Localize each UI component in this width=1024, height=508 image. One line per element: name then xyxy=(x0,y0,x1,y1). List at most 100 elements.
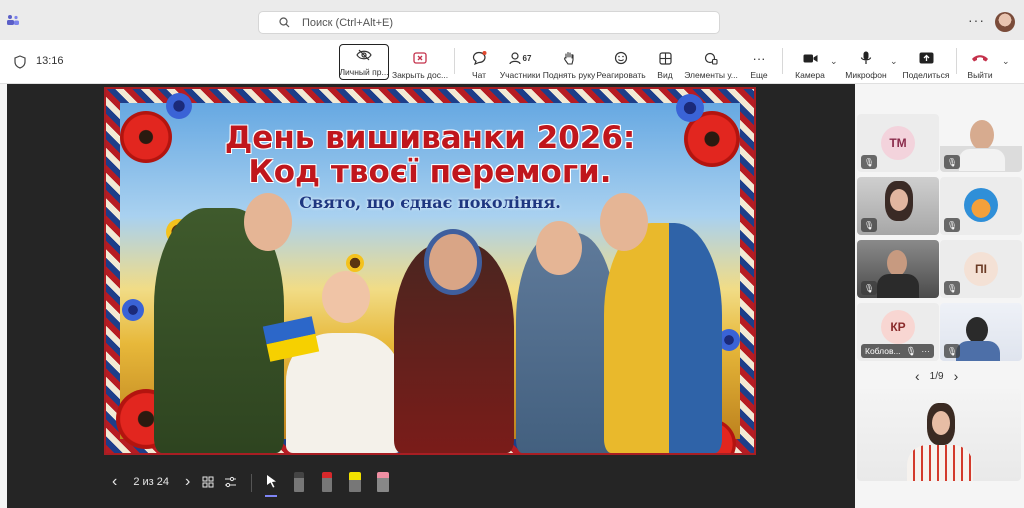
woman-head xyxy=(536,221,582,275)
apps-button[interactable]: Элементы у... xyxy=(684,44,738,80)
slide-title: День вишиванки 2026: Код твоєї перемоги. xyxy=(224,120,636,190)
participant-tile[interactable]: ПІ 🎙 xyxy=(940,240,1022,298)
pen-black-icon[interactable] xyxy=(294,472,304,492)
highlighter-icon[interactable] xyxy=(349,472,361,492)
participant-video-tile[interactable]: 🎙 xyxy=(940,114,1022,172)
settings-sliders-icon[interactable] xyxy=(224,476,237,488)
leave-button[interactable]: Выйти xyxy=(966,44,994,80)
muted-mic-icon: 🎙 xyxy=(944,218,960,232)
search-input[interactable]: Поиск (Ctrl+Alt+E) xyxy=(258,11,720,34)
cornflower-decoration xyxy=(122,299,144,321)
participants-pager: ‹ 1/9 › xyxy=(915,368,958,384)
participant-face xyxy=(887,250,907,276)
participant-face xyxy=(966,317,988,343)
cornflower-decoration xyxy=(166,93,192,119)
young-man-figure xyxy=(604,223,722,453)
muted-mic-icon: 🎙 xyxy=(905,345,917,356)
share-screen-icon xyxy=(919,49,934,67)
leave-options-chevron-icon[interactable]: ⌄ xyxy=(1002,56,1010,67)
close-share-icon xyxy=(413,49,427,67)
child-head xyxy=(322,271,370,323)
pager-prev-button[interactable]: ‹ xyxy=(915,368,920,384)
self-body xyxy=(907,445,973,481)
hang-up-icon xyxy=(971,49,989,67)
slide-subtitle: Свято, що єднає покоління. xyxy=(299,193,561,212)
participant-video-tile[interactable]: 🎙 xyxy=(857,177,939,235)
muted-mic-icon: 🎙 xyxy=(861,218,877,232)
participant-initials: TM xyxy=(881,126,915,160)
search-placeholder: Поиск (Ctrl+Alt+E) xyxy=(302,16,393,29)
raise-hand-button[interactable]: Поднять руку xyxy=(543,44,595,80)
share-button[interactable]: Поделиться xyxy=(903,44,949,80)
participants-button[interactable]: 67 Участники xyxy=(500,44,540,80)
participant-face xyxy=(970,120,994,150)
grid-view-icon[interactable] xyxy=(202,476,214,488)
more-button[interactable]: ··· Еще xyxy=(748,44,770,81)
participant-initials: КР xyxy=(881,310,915,345)
camera-button[interactable]: Камера xyxy=(795,44,825,80)
participant-video-tile[interactable]: 🎙 xyxy=(857,240,939,298)
personal-view-button[interactable]: Личный пр... xyxy=(339,44,389,80)
participant-body xyxy=(958,148,1006,172)
grandmother-head xyxy=(424,229,482,295)
slide-navigation: ‹ 2 из 24 › xyxy=(112,470,237,494)
participant-initials: ПІ xyxy=(964,252,998,286)
profile-avatar[interactable] xyxy=(995,12,1015,32)
participants-count: 67 xyxy=(522,53,532,63)
mic-options-chevron-icon[interactable]: ⌄ xyxy=(890,56,898,67)
more-dots-icon: ··· xyxy=(752,50,766,66)
title-bar: Поиск (Ctrl+Alt+E) ··· xyxy=(0,0,1024,40)
eye-off-icon xyxy=(356,46,372,64)
self-face xyxy=(932,411,950,435)
toolbar-divider xyxy=(454,48,455,74)
muted-mic-icon: 🎙 xyxy=(861,281,877,295)
pointer-tool-icon[interactable] xyxy=(266,474,277,488)
participant-face xyxy=(890,189,908,211)
view-button[interactable]: Вид xyxy=(655,44,675,80)
next-slide-button[interactable]: › xyxy=(185,473,190,491)
active-tool-indicator xyxy=(265,495,277,497)
mic-button[interactable]: Микрофон xyxy=(845,44,887,80)
teams-icon[interactable] xyxy=(6,14,20,26)
muted-mic-icon: 🎙 xyxy=(861,155,877,169)
muted-mic-icon: 🎙 xyxy=(944,281,960,295)
toolbar-divider xyxy=(956,48,957,74)
grid-view-icon xyxy=(658,49,672,67)
search-icon xyxy=(279,17,290,28)
eraser-icon[interactable] xyxy=(377,472,389,492)
participant-avatar xyxy=(964,188,998,222)
hand-icon xyxy=(563,49,575,67)
participant-body xyxy=(877,274,919,298)
sunflower-decoration xyxy=(346,254,364,272)
participant-tile[interactable]: TM 🎙 xyxy=(857,114,939,172)
participant-tile[interactable]: КР Коблов... 🎙 ··· xyxy=(857,303,939,361)
self-view-video[interactable] xyxy=(857,389,1021,481)
participant-name-bar: Коблов... 🎙 ··· xyxy=(861,344,934,358)
chat-icon xyxy=(472,49,487,67)
more-dots-icon[interactable]: ··· xyxy=(921,346,930,356)
meeting-timer: 13:16 xyxy=(36,55,64,67)
slide-counter: 2 из 24 xyxy=(133,476,169,488)
shield-icon[interactable] xyxy=(14,55,26,69)
microphone-icon xyxy=(860,49,872,67)
participant-name: Коблов... xyxy=(865,346,901,356)
people-icon xyxy=(508,51,521,64)
participant-tile[interactable]: 🎙 xyxy=(940,177,1022,235)
camera-options-chevron-icon[interactable]: ⌄ xyxy=(830,56,838,67)
more-options-button[interactable]: ··· xyxy=(968,12,985,28)
muted-mic-icon: 🎙 xyxy=(944,344,960,358)
participant-video-tile[interactable]: 🎙 xyxy=(940,303,1022,361)
close-share-button[interactable]: Закрыть дос... xyxy=(392,44,448,80)
pen-red-icon[interactable] xyxy=(322,472,332,492)
previous-slide-button[interactable]: ‹ xyxy=(112,473,117,491)
participant-body xyxy=(956,341,1000,361)
meeting-toolbar: 13:16 Личный пр... Закрыть дос... Чат 67… xyxy=(0,40,1024,84)
pager-label: 1/9 xyxy=(929,370,944,382)
controls-divider xyxy=(251,474,252,492)
camera-icon xyxy=(803,49,818,67)
chat-button[interactable]: Чат xyxy=(467,44,491,80)
react-button[interactable]: Реагировать xyxy=(596,44,646,80)
smile-icon xyxy=(614,49,628,67)
muted-mic-icon: 🎙 xyxy=(944,155,960,169)
pager-next-button[interactable]: › xyxy=(954,368,959,384)
